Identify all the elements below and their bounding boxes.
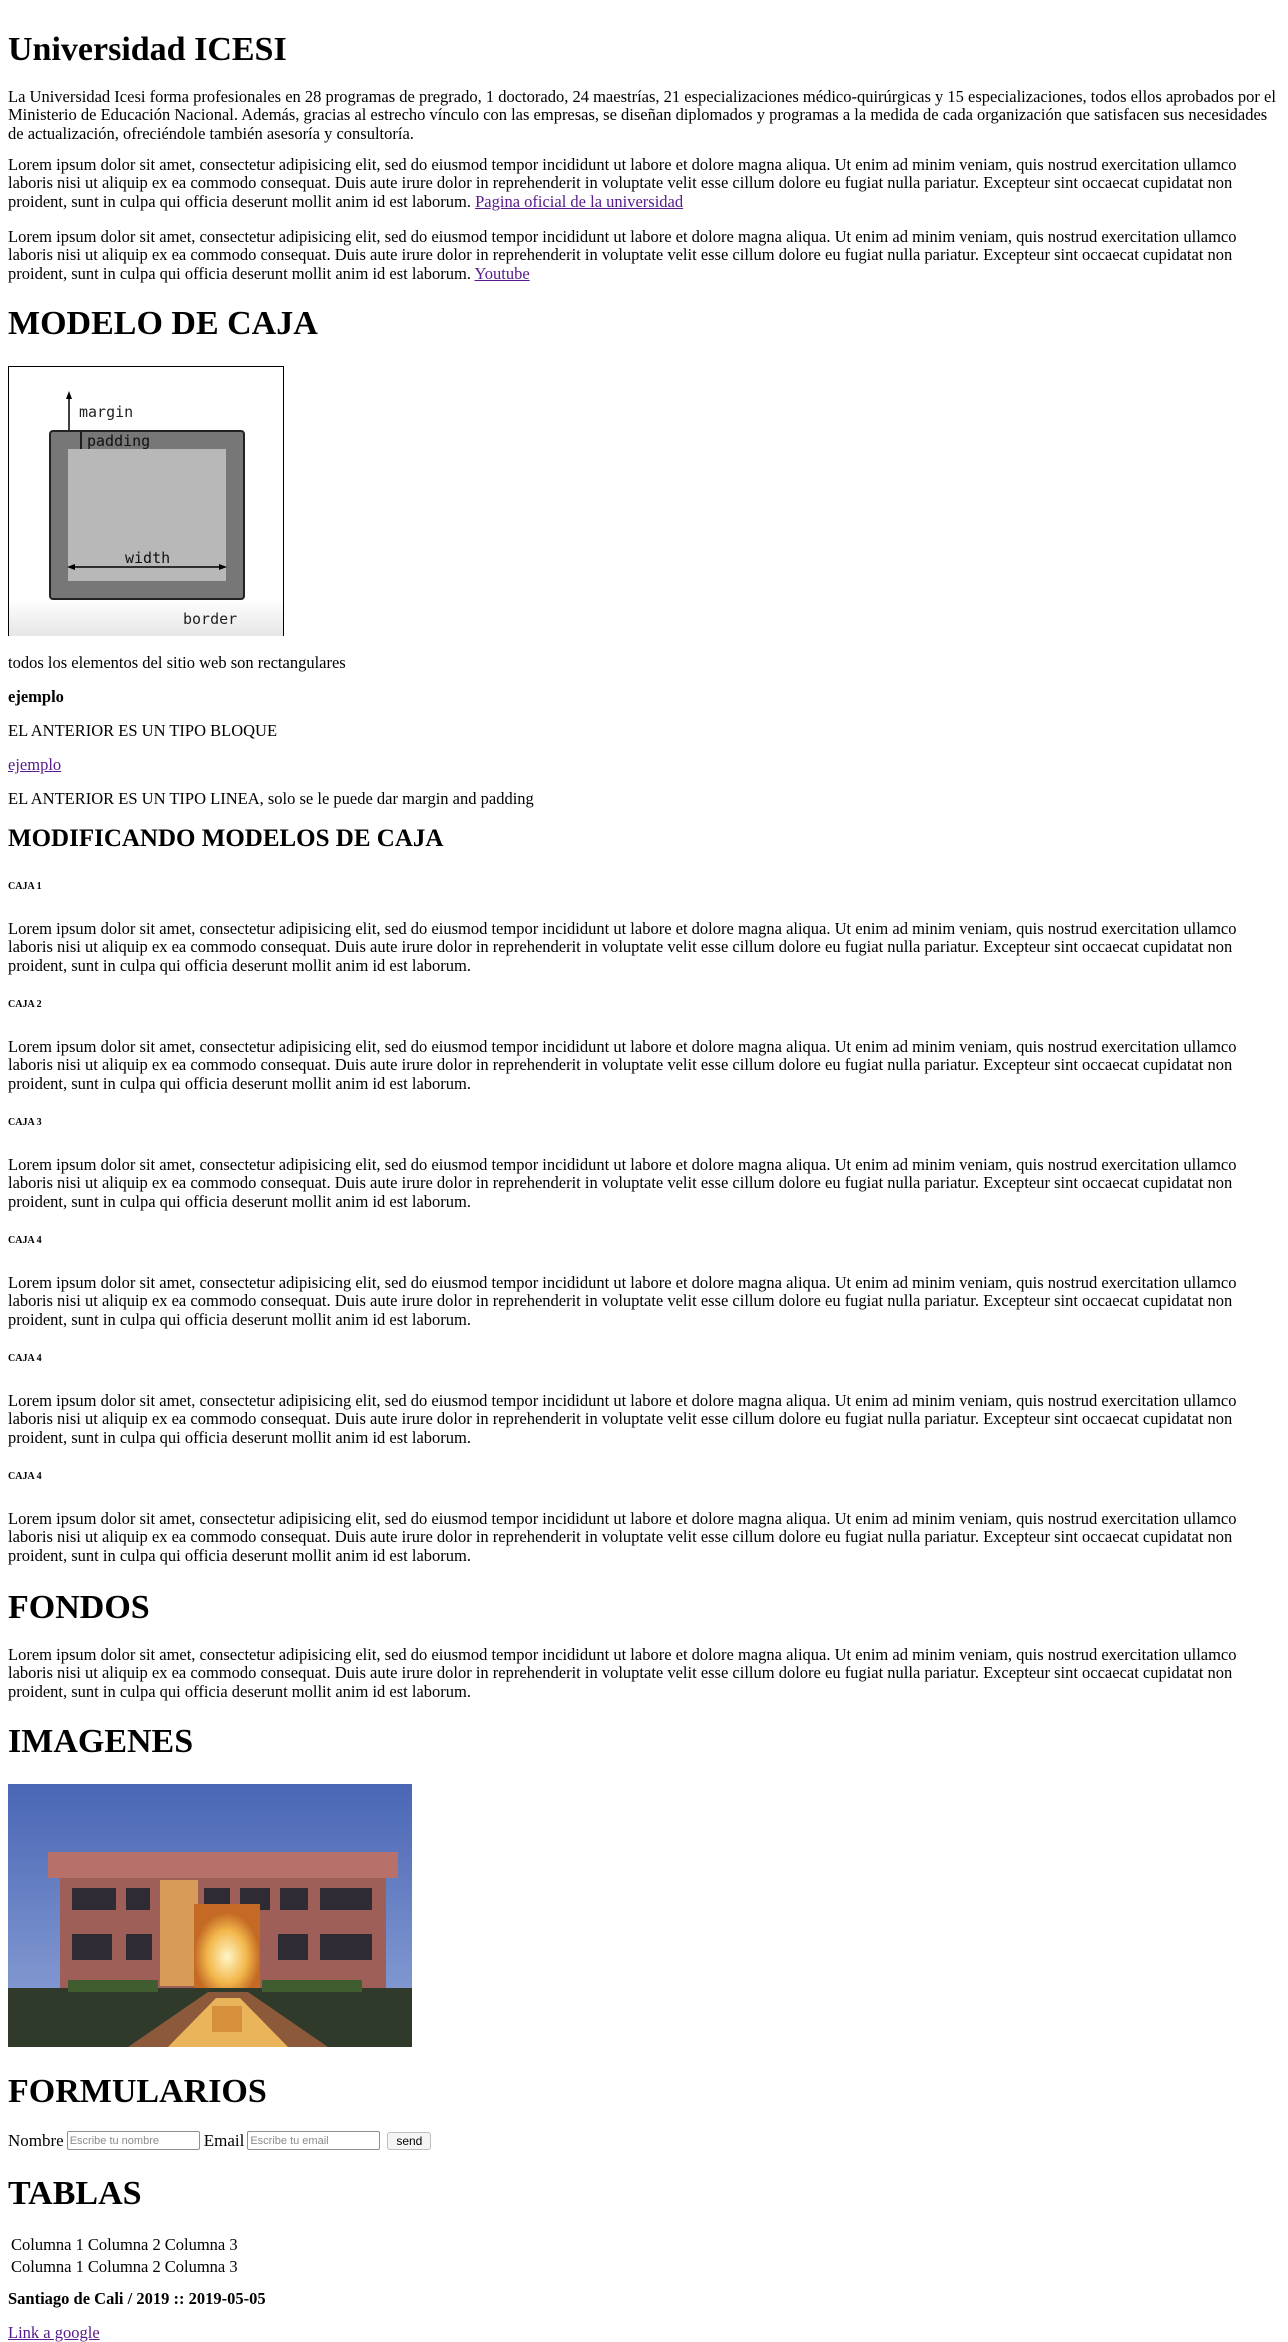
- box-paragraph-6: Lorem ipsum dolor sit amet, consectetur …: [8, 1509, 1237, 1565]
- box-heading-5: CAJA 4: [8, 1353, 42, 1364]
- table-row: Columna 1 Columna 2 Columna 3: [10, 2257, 239, 2277]
- modifying-heading: MODIFICANDO MODELOS DE CAJA: [8, 825, 444, 852]
- contact-form: Nombre Email send: [8, 2131, 432, 2151]
- box-paragraph-3: Lorem ipsum dolor sit amet, consectetur …: [8, 1155, 1237, 1211]
- box-paragraph-4: Lorem ipsum dolor sit amet, consectetur …: [8, 1273, 1237, 1329]
- page-title: Universidad ICESI: [8, 31, 287, 68]
- table-cell: Columna 1: [11, 2257, 84, 2277]
- lorem-paragraph-official: Lorem ipsum dolor sit amet, consectetur …: [8, 155, 1280, 211]
- email-label: Email: [203, 2131, 245, 2150]
- margin-label: margin: [79, 403, 133, 421]
- table-cell: Columna 2: [87, 2235, 161, 2254]
- box-heading-2: CAJA 2: [8, 999, 42, 1010]
- table-row: Columna 1 Columna 2 Columna 3: [10, 2235, 239, 2255]
- block-note: EL ANTERIOR ES UN TIPO BLOQUE: [8, 721, 278, 740]
- footer-text: Santiago de Cali / 2019 :: 2019-05-05: [8, 2289, 266, 2308]
- name-input[interactable]: [66, 2131, 200, 2151]
- box-heading-6: CAJA 4: [8, 1471, 42, 1482]
- ejemplo-link[interactable]: ejemplo: [8, 755, 61, 774]
- campus-photo: [8, 1784, 412, 2047]
- table-cell: Columna 1: [11, 2235, 84, 2254]
- box-heading-3: CAJA 3: [8, 1117, 42, 1128]
- table-cell: Columna 3: [164, 2235, 238, 2254]
- fondos-heading: FONDOS: [8, 1589, 150, 1626]
- border-label: border: [183, 610, 237, 628]
- google-link[interactable]: Link a google: [8, 2323, 100, 2342]
- box-paragraph-2: Lorem ipsum dolor sit amet, consectetur …: [8, 1037, 1237, 1093]
- intro-paragraph: La Universidad Icesi forma profesionales…: [8, 87, 1276, 143]
- name-label: Nombre: [8, 2131, 64, 2150]
- box-model-diagram: margin padding width border: [8, 366, 284, 636]
- lorem-paragraph-youtube: Lorem ipsum dolor sit amet, consectetur …: [8, 227, 1280, 283]
- official-site-link[interactable]: Pagina oficial de la universidad: [475, 192, 683, 211]
- width-label: width: [125, 549, 170, 567]
- rectangular-note: todos los elementos del sitio web son re…: [8, 653, 346, 672]
- box-model-heading: MODELO DE CAJA: [8, 305, 318, 342]
- imagenes-heading: IMAGENES: [8, 1723, 194, 1760]
- send-button[interactable]: send: [387, 2131, 432, 2150]
- inline-example-paragraph: ejemplo: [8, 755, 1280, 774]
- fondos-paragraph: Lorem ipsum dolor sit amet, consectetur …: [8, 1645, 1237, 1701]
- table-cell: Columna 3: [164, 2257, 238, 2277]
- youtube-link[interactable]: Youtube: [475, 264, 530, 283]
- inline-note: EL ANTERIOR ES UN TIPO LINEA, solo se le…: [8, 789, 534, 808]
- box-heading-1: CAJA 1: [8, 881, 42, 892]
- box-model-illustration: margin padding width border: [49, 391, 245, 628]
- box-paragraph-5: Lorem ipsum dolor sit amet, consectetur …: [8, 1391, 1237, 1447]
- data-table: Columna 1 Columna 2 Columna 3 Columna 1 …: [8, 2233, 241, 2280]
- box-paragraph-1: Lorem ipsum dolor sit amet, consectetur …: [8, 919, 1237, 975]
- table-cell: Columna 2: [87, 2257, 161, 2277]
- email-input[interactable]: [247, 2131, 381, 2151]
- formularios-heading: FORMULARIOS: [8, 2073, 267, 2110]
- padding-label: padding: [87, 432, 150, 450]
- lorem-text: Lorem ipsum dolor sit amet, consectetur …: [8, 227, 1237, 283]
- campus-building-illustration: [8, 1784, 412, 2047]
- tablas-heading: TABLAS: [8, 2175, 142, 2212]
- box-heading-4: CAJA 4: [8, 1235, 42, 1246]
- footer-link-paragraph: Link a google: [8, 2323, 1280, 2342]
- block-example: ejemplo: [8, 687, 64, 706]
- margin-arrow-head: [66, 391, 72, 399]
